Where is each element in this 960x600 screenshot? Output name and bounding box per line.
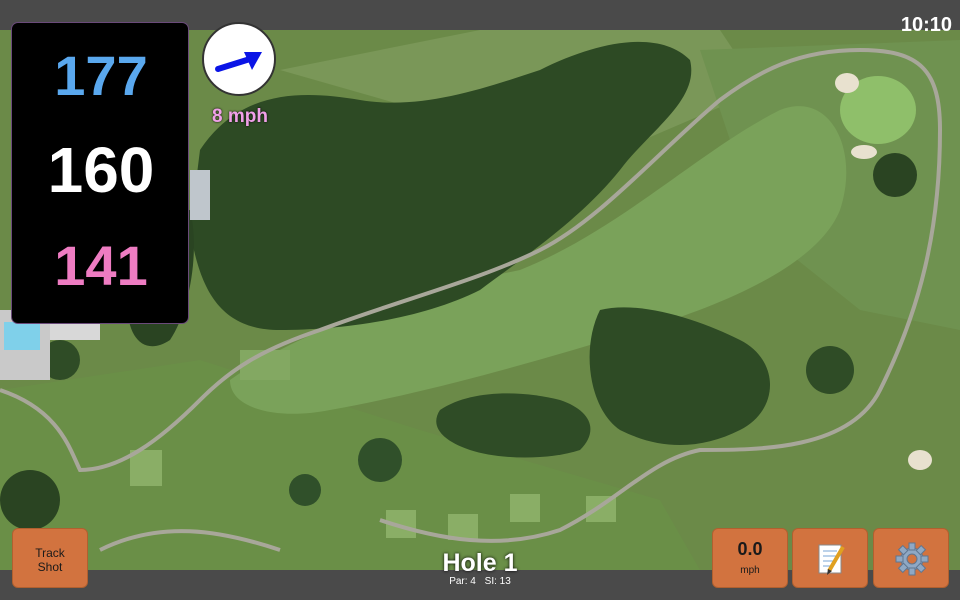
speed-unit: mph xyxy=(740,565,760,576)
speed-value: 0.0 xyxy=(737,539,763,559)
back-of-green-distance: 177 xyxy=(54,44,148,107)
wind-indicator xyxy=(202,22,276,96)
track-shot-label-line1: Track xyxy=(35,546,65,560)
speed-button[interactable]: 0.0 mph xyxy=(712,528,788,588)
track-shot-label-line2: Shot xyxy=(37,560,63,574)
clock-time: 10:10 xyxy=(900,14,952,36)
wind-speed-label: 8 mph xyxy=(212,106,268,127)
hole-title: Hole 1 xyxy=(442,549,518,577)
distance-panel: 177 160 141 xyxy=(11,22,189,324)
notepad-pencil-icon xyxy=(818,544,845,575)
front-of-green-distance: 141 xyxy=(54,234,148,297)
middle-of-green-distance: 160 xyxy=(47,134,155,206)
hole-stroke-index: SI: 13 xyxy=(484,576,511,587)
hole-info: Par: 4 SI: 13 xyxy=(380,576,580,587)
hole-par: Par: 4 xyxy=(449,576,476,587)
settings-button[interactable] xyxy=(873,528,949,588)
notes-button[interactable] xyxy=(792,528,868,588)
track-shot-button[interactable]: Track Shot xyxy=(12,528,88,588)
wind-direction-arrow-icon xyxy=(215,52,262,72)
gear-icon xyxy=(895,542,929,576)
